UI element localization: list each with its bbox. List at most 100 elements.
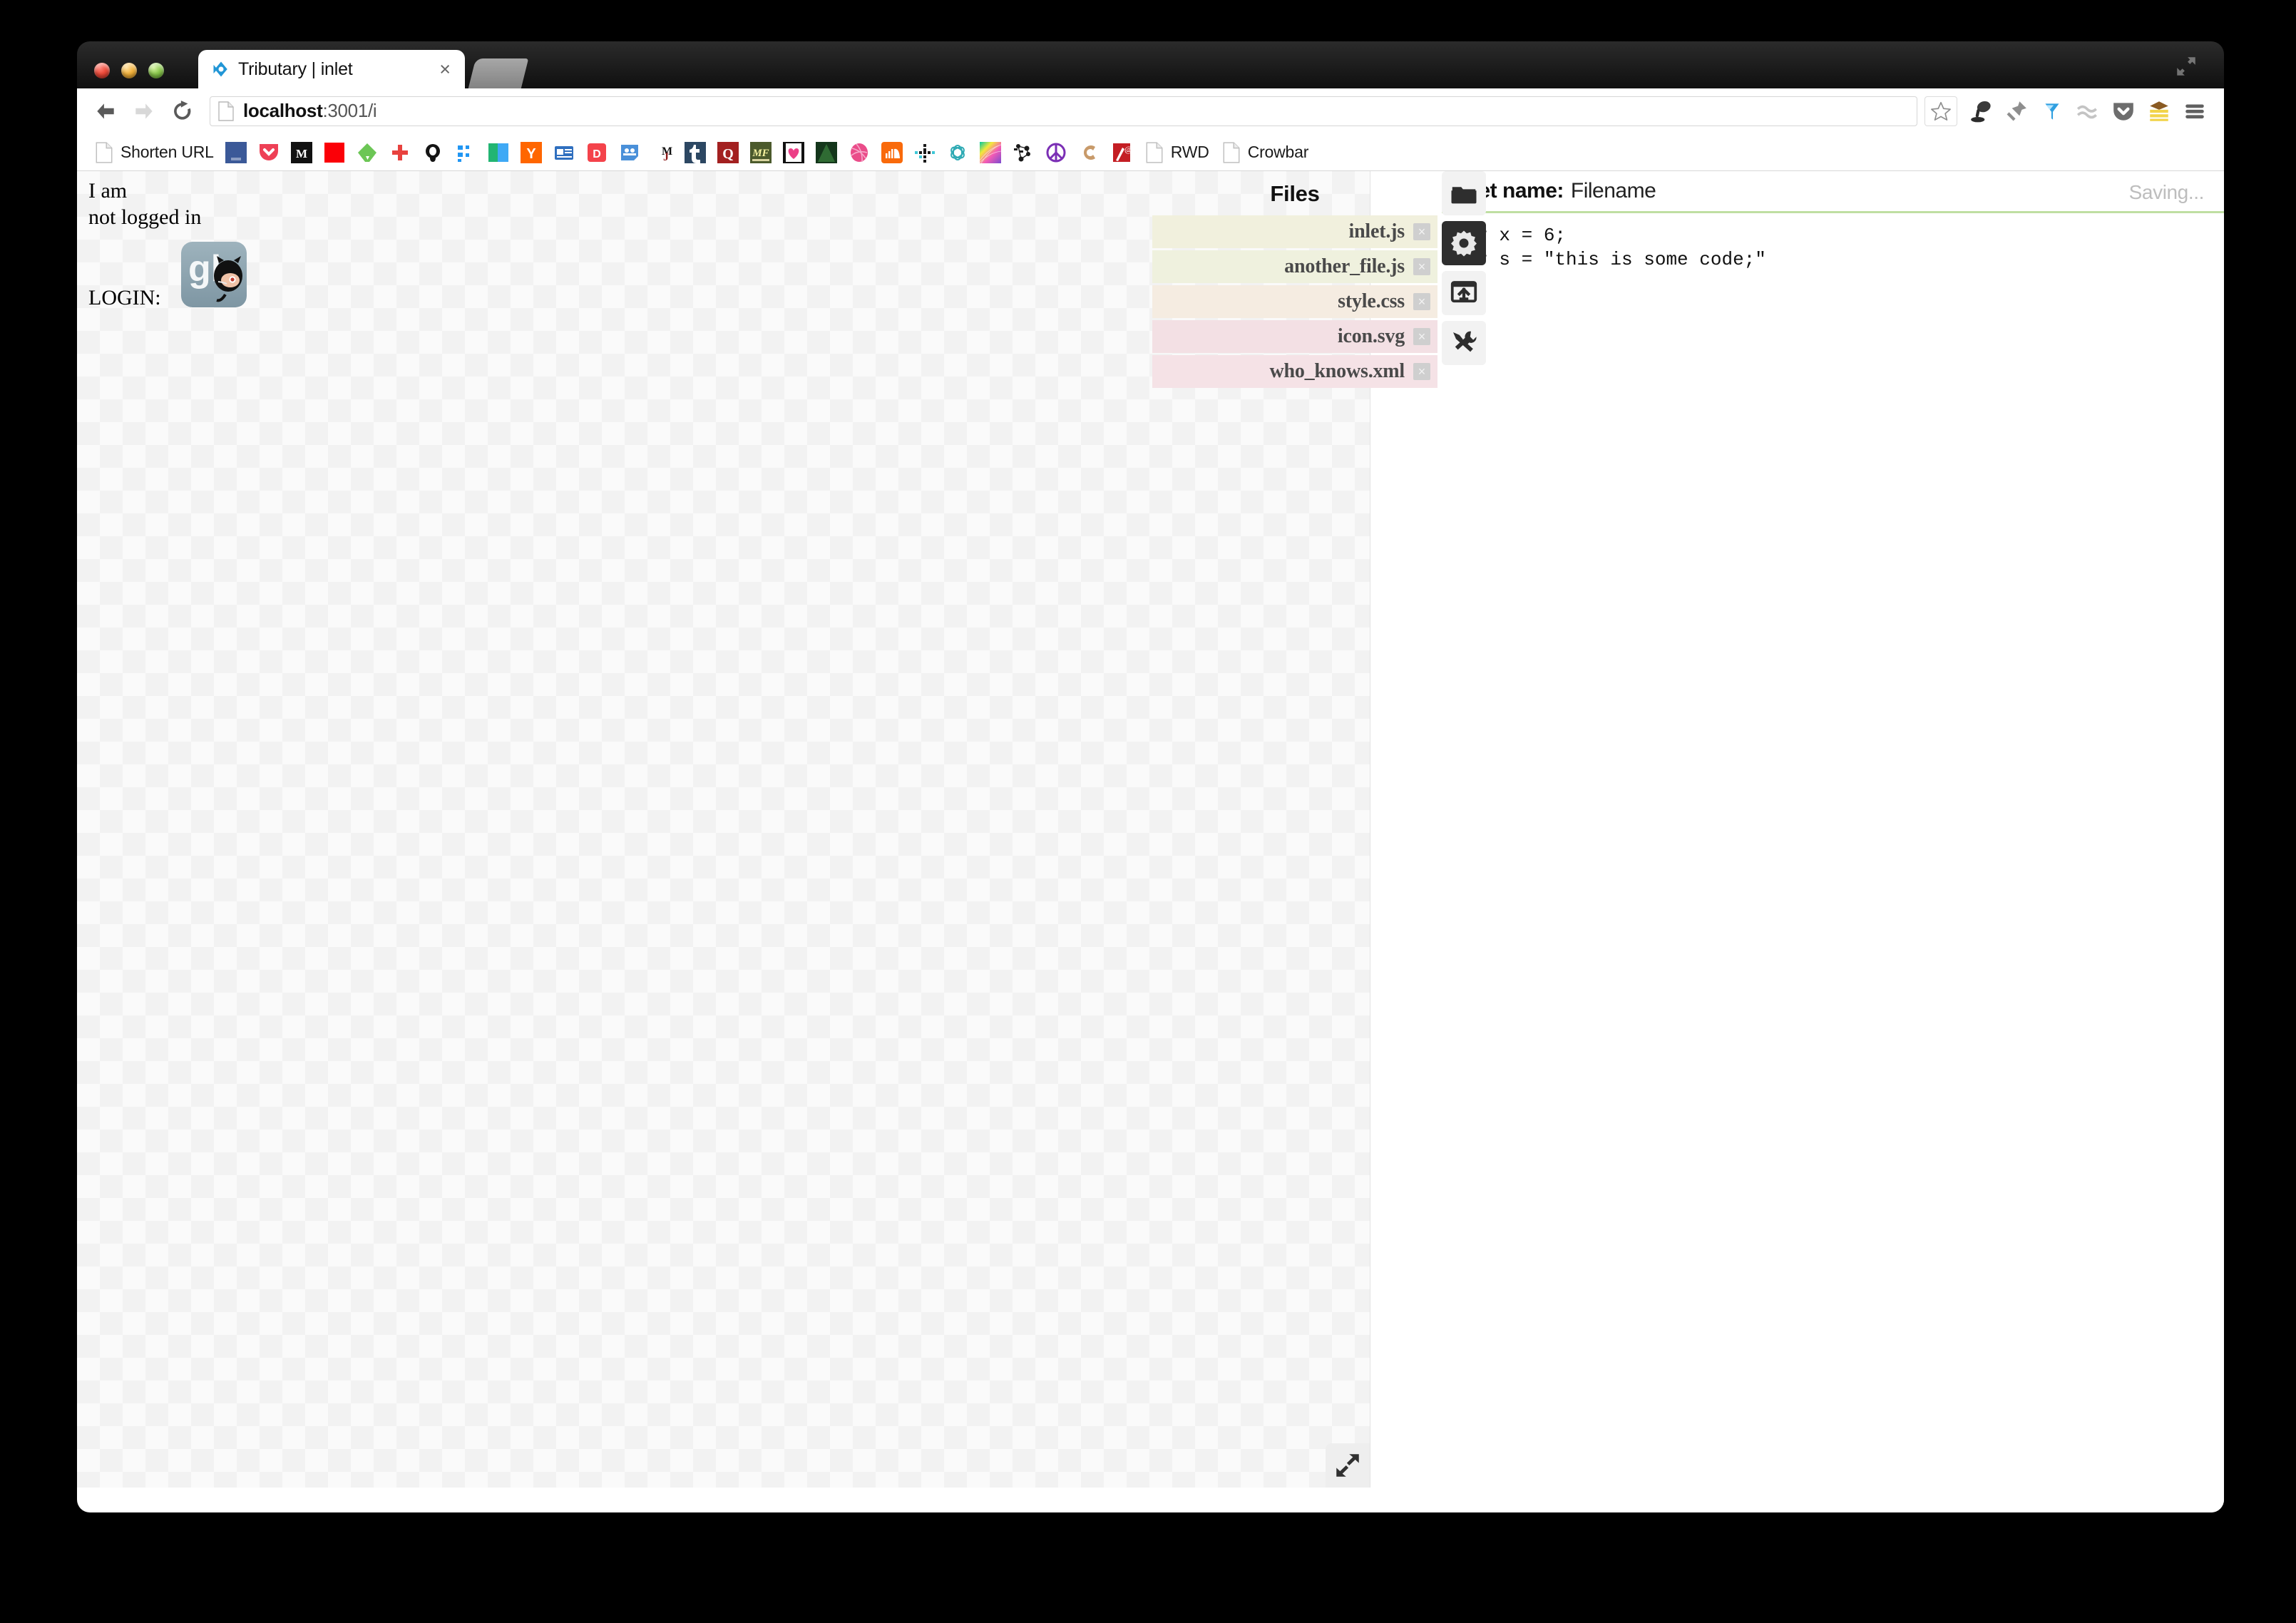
editor-icon-rail [1442,171,1486,371]
gear-icon [1451,230,1477,257]
folder-button[interactable] [1442,171,1486,215]
dots-icon [455,142,476,163]
pocket-extension-button[interactable] [2107,96,2140,127]
reload-arrow-icon [174,100,191,120]
fullscreen-expand-icon[interactable] [2174,54,2198,78]
wave-extension-button[interactable] [2071,96,2104,127]
lamp-extension-button[interactable] [1964,96,1997,127]
bookmark-item-feedly-icon[interactable] [352,138,383,167]
editor-header: Inlet name: Filename Saving... [1442,171,2224,213]
forward-button[interactable] [128,96,160,127]
close-window-button[interactable] [94,63,110,78]
designernews-icon: D [586,142,608,163]
svg-text:@: @ [1124,144,1132,154]
bookmark-item-news-icon[interactable] [548,138,580,167]
bookmark-item-dots-icon[interactable] [450,138,481,167]
url-text: localhost:3001/i [243,100,377,122]
bookmark-item-soundcloud-icon[interactable] [876,138,908,167]
close-icon[interactable]: × [435,59,455,79]
bookmark-item-mf-icon[interactable]: MF [745,138,777,167]
bookmark-item-node-graph-icon[interactable] [1008,138,1039,167]
bookmark-item-tumblr-icon[interactable] [680,138,711,167]
chrome-menu-button[interactable] [2178,96,2211,127]
file-row[interactable]: another_file.js × [1152,250,1437,283]
minimize-window-button[interactable] [121,63,137,78]
delete-file-icon[interactable]: × [1413,258,1430,275]
file-row[interactable]: style.css × [1152,285,1437,318]
bookmark-item-github-icon[interactable] [417,138,449,167]
svg-text:Y: Y [526,146,536,162]
deploy-button[interactable] [1442,271,1486,315]
stack-extension-button[interactable] [2143,96,2175,127]
desktop-backdrop: Tributary | inlet × localhost:3001/i Sho… [0,0,2296,1623]
delete-file-icon[interactable]: × [1413,223,1430,240]
pushpin-extension-button[interactable] [2000,96,2033,127]
bookmark-item-teal-blue-icon[interactable] [483,138,514,167]
bookmark-label: RWD [1170,143,1209,161]
bookmark-item-hackernews-icon[interactable]: Y [516,138,547,167]
settings-button[interactable] [1442,221,1486,265]
wave-icon [2076,105,2097,118]
tab-tributary-inlet[interactable]: Tributary | inlet × [198,50,465,88]
bookmark-item-slideshare-icon[interactable] [614,138,645,167]
dribbble-icon [849,142,870,163]
bookmark-item-dribbble-icon[interactable] [844,138,875,167]
bookmark-item-grid-dots-icon[interactable] [909,138,941,167]
bookmark-star-button[interactable] [1925,96,1957,126]
folder-icon [1451,187,1477,204]
file-row[interactable]: who_knows.xml × [1152,355,1437,388]
bookmark-item-heart-icon[interactable] [778,138,809,167]
bookmark-item-medium-icon[interactable]: M [286,138,317,167]
file-row[interactable]: icon.svg × [1152,320,1437,353]
file-row[interactable]: inlet.js × [1152,215,1437,248]
preview-resize-handle[interactable] [1326,1443,1370,1488]
c-icon [1078,142,1100,163]
bookmark-item-knot-icon[interactable] [942,138,973,167]
github-login-icon[interactable]: gh [181,242,247,308]
bookmark-item-pocket-icon[interactable] [253,138,285,167]
back-button[interactable] [90,96,121,127]
inlet-filename-field[interactable]: Filename [1571,179,1656,203]
mf-icon: MF [749,141,772,163]
hackernews-icon: Y [520,141,542,163]
github-login-row: LOGIN: gh [88,242,247,314]
tumblr-icon [684,141,706,163]
bookmark-item-rainbow-icon[interactable] [975,138,1006,167]
preview-line-2: not logged in [88,205,202,229]
files-list: inlet.js × another_file.js × style.css × icon.… [1152,215,1437,388]
delete-file-icon[interactable]: × [1413,363,1430,380]
new-tab-button[interactable] [468,58,529,88]
slideshare-icon [619,142,640,163]
tools-button[interactable] [1442,321,1486,365]
bookmark-item-facebook-icon[interactable] [220,138,252,167]
delete-file-icon[interactable]: × [1413,293,1430,310]
bookmark-item-peace-icon[interactable] [1040,138,1072,167]
svg-text:J: J [663,151,669,163]
bookmark-item-mountain-icon[interactable] [811,138,842,167]
bookmark-item-quora-icon[interactable]: Q [712,138,744,167]
bookmark-item-rwd[interactable]: RWD [1139,138,1214,167]
reload-button[interactable] [167,96,198,127]
rainbow-icon [979,141,1001,163]
bookmark-item-mj-icon[interactable]: MJ [647,138,678,167]
tab-title: Tributary | inlet [238,58,353,79]
file-name: who_knows.xml [1269,360,1405,382]
delete-file-icon[interactable]: × [1413,328,1430,345]
red-square-icon [324,142,345,163]
bookmark-item-c-icon[interactable] [1073,138,1105,167]
bookmark-item-designernews-icon[interactable]: D [581,138,613,167]
zoom-window-button[interactable] [148,63,164,78]
lamp-icon [1971,101,1991,122]
bookmark-item-shorten-url[interactable]: Shorten URL [88,138,219,167]
address-bar[interactable]: localhost:3001/i [210,96,1917,126]
browser-titlebar: Tributary | inlet × [77,41,2224,88]
code-editor[interactable]: var x = 6; var s = "this is some code;" [1442,213,2224,1512]
tributary-favicon [213,61,227,77]
funnel-extension-button[interactable] [2036,96,2069,127]
pushpin-icon [2007,101,2026,121]
mj-icon: MJ [651,141,673,163]
bookmark-item-at-pen-icon[interactable]: @ [1106,138,1137,167]
bookmark-item-red-square-icon[interactable] [319,138,350,167]
bookmark-item-redcross-plus-icon[interactable] [384,138,416,167]
bookmark-item-crowbar[interactable]: Crowbar [1216,138,1314,167]
